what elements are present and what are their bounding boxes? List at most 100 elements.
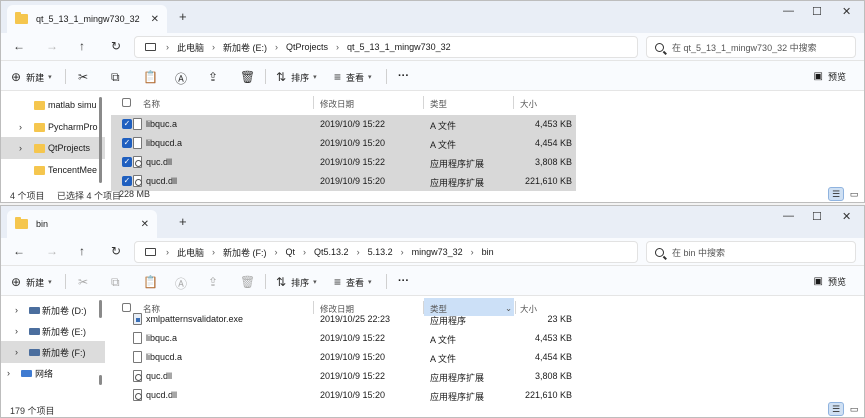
new-button[interactable]: ⊕ 新建 ▾	[11, 70, 52, 84]
table-row[interactable]: xmlpatternsvalidator.exe 2019/10/25 22:2…	[111, 310, 576, 329]
address-bar[interactable]: › 此电脑 › 新加卷 (E:) › QtProjects › qt_5_13_…	[134, 36, 638, 58]
chevron-right-icon[interactable]: ›	[15, 305, 18, 315]
refresh-button[interactable]: ↻	[111, 39, 121, 53]
paste-button[interactable]: 📋	[143, 70, 163, 84]
column-divider[interactable]	[313, 96, 314, 109]
close-tab-icon[interactable]: ✕	[141, 219, 149, 230]
details-view-button[interactable]: ☰	[828, 402, 844, 416]
close-window-button[interactable]: ✕	[842, 210, 851, 223]
sort-button[interactable]: ⇅ 排序 ▾	[276, 275, 317, 289]
new-tab-button[interactable]: +	[179, 214, 187, 229]
tiles-view-button[interactable]: ▭	[846, 402, 862, 416]
search-box[interactable]: 在 qt_5_13_1_mingw730_32 中搜索	[646, 36, 856, 58]
sidebar-item-drive-d[interactable]: › 新加卷 (D:)	[1, 299, 105, 321]
dll-file-icon	[133, 370, 142, 382]
view-button[interactable]: ≡ 查看 ▾	[334, 70, 372, 84]
preview-pane-button[interactable]: ▣ 预览	[814, 70, 846, 83]
sort-button[interactable]: ⇅ 排序 ▾	[276, 70, 317, 84]
table-row[interactable]: ✓ libquc.a 2019/10/9 15:22 A 文件 4,453 KB	[111, 115, 576, 134]
breadcrumb-item[interactable]: mingw73_32	[412, 247, 463, 257]
tab-active[interactable]: qt_5_13_1_mingw730_32 ✕	[7, 5, 167, 33]
share-button[interactable]: ⇪	[208, 70, 223, 84]
breadcrumb-item[interactable]: 新加卷 (E:)	[223, 41, 267, 54]
details-view-button[interactable]: ☰	[828, 187, 844, 201]
checkbox-checked-icon[interactable]: ✓	[122, 138, 132, 148]
sidebar-item-drive-f[interactable]: › 新加卷 (F:)	[1, 341, 105, 363]
back-button[interactable]: ←	[13, 39, 25, 53]
forward-button[interactable]: →	[46, 244, 58, 258]
breadcrumb-item[interactable]: Qt5.13.2	[314, 247, 349, 257]
sidebar-item-drive-e[interactable]: › 新加卷 (E:)	[1, 320, 105, 342]
close-window-button[interactable]: ✕	[842, 5, 851, 18]
select-all-checkbox[interactable]	[122, 98, 131, 107]
item-count: 179 个项目	[10, 406, 55, 416]
table-row[interactable]: libqucd.a 2019/10/9 15:20 A 文件 4,454 KB	[111, 348, 576, 367]
close-tab-icon[interactable]: ✕	[151, 14, 159, 25]
chevron-right-icon[interactable]: ›	[19, 143, 22, 153]
chevron-right-icon[interactable]: ›	[15, 326, 18, 336]
chevron-right-icon[interactable]: ›	[7, 368, 10, 378]
cut-button[interactable]: ✂	[78, 275, 93, 289]
up-button[interactable]: ↑	[79, 244, 85, 258]
breadcrumb-item[interactable]: bin	[482, 247, 494, 257]
tiles-view-button[interactable]: ▭	[846, 187, 862, 201]
refresh-button[interactable]: ↻	[111, 244, 121, 258]
table-row[interactable]: ✓ quc.dll 2019/10/9 15:22 应用程序扩展 3,808 K…	[111, 153, 576, 172]
more-options-button[interactable]: ···	[398, 70, 409, 82]
delete-button[interactable]: 🗑	[240, 275, 260, 289]
view-label: 查看	[346, 72, 365, 83]
preview-pane-button[interactable]: ▣ 预览	[814, 275, 846, 288]
chevron-right-icon[interactable]: ›	[19, 122, 22, 132]
breadcrumb-item[interactable]: 新加卷 (F:)	[223, 246, 267, 259]
new-button[interactable]: ⊕ 新建 ▾	[11, 275, 52, 289]
minimize-button[interactable]: —	[783, 5, 794, 17]
sidebar-scrollbar[interactable]	[99, 300, 102, 318]
address-bar[interactable]: › 此电脑 › 新加卷 (F:) › Qt › Qt5.13.2 › 5.13.…	[134, 241, 638, 263]
minimize-button[interactable]: —	[783, 210, 794, 222]
checkbox-checked-icon[interactable]: ✓	[122, 119, 132, 129]
table-row[interactable]: ✓ libqucd.a 2019/10/9 15:20 A 文件 4,454 K…	[111, 134, 576, 153]
copy-button[interactable]: ⧉	[111, 70, 125, 85]
sidebar-item-qtprojects[interactable]: › QtProjects	[1, 137, 105, 159]
maximize-button[interactable]: ☐	[812, 210, 822, 223]
more-options-button[interactable]: ···	[398, 275, 409, 287]
forward-button[interactable]: →	[46, 39, 58, 53]
sidebar-item-tencent[interactable]: TencentMee	[1, 159, 105, 181]
sidebar-item-network[interactable]: › 网络	[1, 362, 105, 384]
sidebar-item-matlab[interactable]: matlab simu	[1, 94, 105, 116]
tab-active[interactable]: bin ✕	[7, 210, 157, 238]
column-name[interactable]: 名称	[143, 98, 160, 110]
table-row[interactable]: libquc.a 2019/10/9 15:22 A 文件 4,453 KB	[111, 329, 576, 348]
breadcrumb-item[interactable]: Qt	[286, 247, 296, 257]
breadcrumb-item[interactable]: 此电脑	[177, 41, 204, 54]
breadcrumb-item[interactable]: 5.13.2	[368, 247, 393, 257]
rename-button[interactable]: Ⓐ	[175, 70, 192, 87]
checkbox-checked-icon[interactable]: ✓	[122, 176, 132, 186]
copy-button[interactable]: ⧉	[111, 275, 125, 290]
table-row[interactable]: quc.dll 2019/10/9 15:22 应用程序扩展 3,808 KB	[111, 367, 576, 386]
search-box[interactable]: 在 bin 中搜索	[646, 241, 856, 263]
share-button[interactable]: ⇪	[208, 275, 223, 289]
column-type[interactable]: 类型	[430, 98, 447, 110]
column-size[interactable]: 大小	[520, 98, 537, 110]
new-tab-button[interactable]: +	[179, 9, 187, 24]
back-button[interactable]: ←	[13, 244, 25, 258]
paste-button[interactable]: 📋	[143, 275, 163, 289]
sidebar-scrollbar[interactable]	[99, 97, 102, 183]
breadcrumb-item[interactable]: qt_5_13_1_mingw730_32	[347, 42, 451, 52]
checkbox-checked-icon[interactable]: ✓	[122, 157, 132, 167]
sidebar-scrollbar-lower[interactable]	[99, 375, 102, 385]
breadcrumb-item[interactable]: 此电脑	[177, 246, 204, 259]
up-button[interactable]: ↑	[79, 39, 85, 53]
sidebar-item-pycharm[interactable]: › PycharmPro	[1, 116, 105, 138]
breadcrumb-item[interactable]: QtProjects	[286, 42, 328, 52]
rename-button[interactable]: Ⓐ	[175, 275, 192, 292]
cut-button[interactable]: ✂	[78, 70, 93, 84]
column-divider[interactable]	[513, 96, 514, 109]
column-modified[interactable]: 修改日期	[320, 98, 354, 110]
column-divider[interactable]	[423, 96, 424, 109]
chevron-right-icon[interactable]: ›	[15, 347, 18, 357]
maximize-button[interactable]: ☐	[812, 5, 822, 18]
view-button[interactable]: ≡ 查看 ▾	[334, 275, 372, 289]
delete-button[interactable]: 🗑	[240, 70, 260, 84]
